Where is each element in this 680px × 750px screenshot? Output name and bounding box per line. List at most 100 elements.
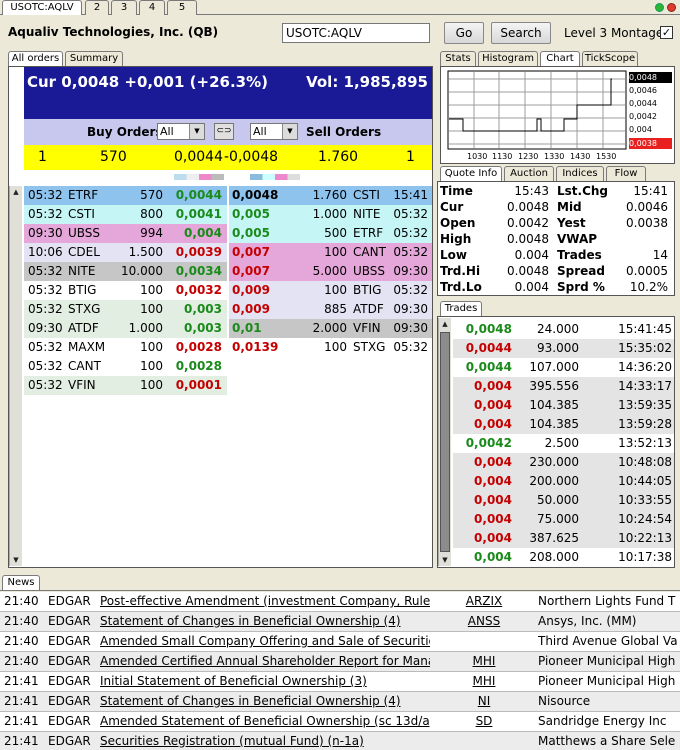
news-headline[interactable]: Post-effective Amendment (investment Com…	[100, 592, 430, 611]
scroll-thumb[interactable]	[440, 332, 450, 552]
news-row[interactable]: 21:41 EDGAR Statement of Changes in Benefi…	[0, 692, 680, 712]
buy-order-row[interactable]: 05:32 VFIN 100 0,0001	[24, 376, 227, 395]
news-headline[interactable]: Statement of Changes in Beneficial Owner…	[100, 692, 430, 711]
news-row[interactable]: 21:40 EDGAR Statement of Changes in Benefi…	[0, 612, 680, 632]
link-icon[interactable]: ⊂⊃	[214, 123, 234, 140]
sell-order-row[interactable]: 0,005 500 ETRF 05:32	[229, 224, 432, 243]
news-headline[interactable]: Statement of Changes in Beneficial Owner…	[100, 612, 430, 631]
news-headline[interactable]: Securities Registration (mutual Fund) (n…	[100, 732, 430, 750]
montage-checkbox[interactable]: ✓	[660, 26, 673, 39]
news-row[interactable]: 21:41 EDGAR Initial Statement of Beneficia…	[0, 672, 680, 692]
buy-order-row[interactable]: 05:32 ETRF 570 0,0044	[24, 186, 227, 205]
tab-summary[interactable]: Summary	[65, 51, 123, 66]
sell-order-row[interactable]: 0,005 1.000 NITE 05:32	[229, 205, 432, 224]
order-size: 100	[140, 283, 163, 297]
news-row[interactable]: 21:40 EDGAR Amended Certified Annual Share…	[0, 652, 680, 672]
news-symbol[interactable]: SD	[434, 712, 534, 731]
quote-label: Spread	[557, 264, 605, 278]
scroll-down-icon[interactable]: ▼	[439, 554, 451, 566]
chart-y-label-4: 0,004	[629, 125, 652, 134]
quote-value: 14	[652, 248, 668, 262]
quote-label: Lst.Chg	[557, 184, 609, 198]
news-row[interactable]: 21:41 EDGAR Amended Statement of Beneficia…	[0, 712, 680, 732]
order-book-scrollbar[interactable]: ▲ ▼	[9, 186, 22, 566]
order-price: 0,0139	[232, 340, 279, 354]
news-symbol[interactable]: NI	[434, 692, 534, 711]
news-company: Third Avenue Global Va	[538, 634, 678, 648]
buy-order-row[interactable]: 05:32 NITE 10.000 0,0034	[24, 262, 227, 281]
order-time: 09:30	[393, 321, 428, 335]
go-button[interactable]: Go	[444, 22, 484, 44]
market-maker: MAXM	[68, 340, 106, 354]
tab-news[interactable]: News	[2, 575, 40, 590]
tab-all-orders[interactable]: All orders	[8, 51, 63, 66]
trades-scrollbar[interactable]: ▲ ▼	[438, 318, 451, 566]
sell-filter-select[interactable]: All ▼	[250, 123, 298, 140]
sell-order-row[interactable]: 0,009 885 ATDF 09:30	[229, 300, 432, 319]
tab-indices[interactable]: Indices	[556, 166, 604, 181]
news-row[interactable]: 21:41 EDGAR Securities Registration (mutua…	[0, 732, 680, 750]
sell-order-row[interactable]: 0,0048 1.760 CSTI 15:41	[229, 186, 432, 205]
buy-order-row[interactable]: 05:32 CSTI 800 0,0041	[24, 205, 227, 224]
news-symbol[interactable]	[434, 732, 534, 750]
buy-order-row[interactable]: 09:30 UBSS 994 0,004	[24, 224, 227, 243]
news-symbol[interactable]: ARZIX	[434, 592, 534, 611]
news-headline[interactable]: Amended Small Company Offering and Sale …	[100, 632, 430, 651]
buy-order-row[interactable]: 09:30 ATDF 1.000 0,003	[24, 319, 227, 338]
tab-histogram[interactable]: Histogram	[478, 51, 538, 66]
scroll-up-icon[interactable]: ▲	[439, 318, 451, 330]
news-symbol[interactable]: MHI	[434, 652, 534, 671]
news-headline[interactable]: Amended Certified Annual Shareholder Rep…	[100, 652, 430, 671]
buy-order-row[interactable]: 10:06 CDEL 1.500 0,0039	[24, 243, 227, 262]
buy-order-row[interactable]: 05:32 MAXM 100 0,0028	[24, 338, 227, 357]
tab-symbol[interactable]: USOTC:AQLV	[2, 0, 82, 15]
sell-order-row[interactable]: 0,0139 100 STXG 05:32	[229, 338, 432, 357]
tab-auction[interactable]: Auction	[504, 166, 554, 181]
tab-5[interactable]: 5	[167, 0, 197, 15]
buy-order-row[interactable]: 05:32 STXG 100 0,003	[24, 300, 227, 319]
trade-row: 0,0048 24.000 15:41:45	[453, 320, 674, 339]
sell-order-row[interactable]: 0,007 100 CANT 05:32	[229, 243, 432, 262]
tab-stats[interactable]: Stats	[440, 51, 476, 66]
news-symbol[interactable]: ANSS	[434, 612, 534, 631]
buy-filter-select[interactable]: All ▼	[157, 123, 205, 140]
scroll-down-icon[interactable]: ▼	[10, 554, 22, 566]
order-price: 0,0044	[175, 188, 222, 202]
tab-flow[interactable]: Flow	[606, 166, 646, 181]
news-row[interactable]: 21:40 EDGAR Post-effective Amendment (inve…	[0, 592, 680, 612]
current-price-text: Cur 0,0048 +0,001 (+26.3%)	[27, 73, 268, 91]
tab-tickscope[interactable]: TickScope	[582, 51, 638, 66]
order-time: 09:30	[393, 264, 428, 278]
news-symbol[interactable]	[434, 632, 534, 651]
tab-3[interactable]: 3	[111, 0, 137, 15]
sell-order-row[interactable]: 0,01 2.000 VFIN 09:30	[229, 319, 432, 338]
news-source: EDGAR	[48, 694, 91, 708]
buy-order-row[interactable]: 05:32 CANT 100 0,0028	[24, 357, 227, 376]
buy-orders-list: 05:32 ETRF 570 0,0044 05:32 CSTI 800 0,0041 09:3…	[24, 186, 227, 566]
buy-orders-label: Buy Orders	[87, 125, 163, 139]
search-button[interactable]: Search	[491, 22, 551, 44]
tab-4[interactable]: 4	[139, 0, 165, 15]
close-icon[interactable]	[667, 3, 676, 12]
trade-row: 0,004 75.000 10:24:54	[453, 510, 674, 529]
market-maker: ATDF	[353, 302, 384, 316]
trade-size: 200.000	[529, 474, 579, 488]
symbol-input[interactable]: USOTC:AQLV	[282, 23, 430, 43]
order-size: 885	[324, 302, 347, 316]
sell-order-row[interactable]: 0,009 100 BTIG 05:32	[229, 281, 432, 300]
tab-chart[interactable]: Chart	[540, 51, 580, 66]
news-headline[interactable]: Amended Statement of Beneficial Ownershi…	[100, 712, 430, 731]
order-time: 05:32	[28, 283, 63, 297]
quote-value: 0.0005	[626, 264, 668, 278]
news-symbol[interactable]: MHI	[434, 672, 534, 691]
tab-quote-info[interactable]: Quote Info	[440, 166, 502, 181]
news-row[interactable]: 21:40 EDGAR Amended Small Company Offering…	[0, 632, 680, 652]
scroll-up-icon[interactable]: ▲	[10, 186, 22, 198]
order-time: 05:32	[28, 378, 63, 392]
sell-order-row[interactable]: 0,007 5.000 UBSS 09:30	[229, 262, 432, 281]
tab-trades[interactable]: Trades	[440, 301, 482, 316]
tab-2[interactable]: 2	[85, 0, 109, 15]
news-headline[interactable]: Initial Statement of Beneficial Ownershi…	[100, 672, 430, 691]
market-maker: ETRF	[353, 226, 384, 240]
buy-order-row[interactable]: 05:32 BTIG 100 0,0032	[24, 281, 227, 300]
